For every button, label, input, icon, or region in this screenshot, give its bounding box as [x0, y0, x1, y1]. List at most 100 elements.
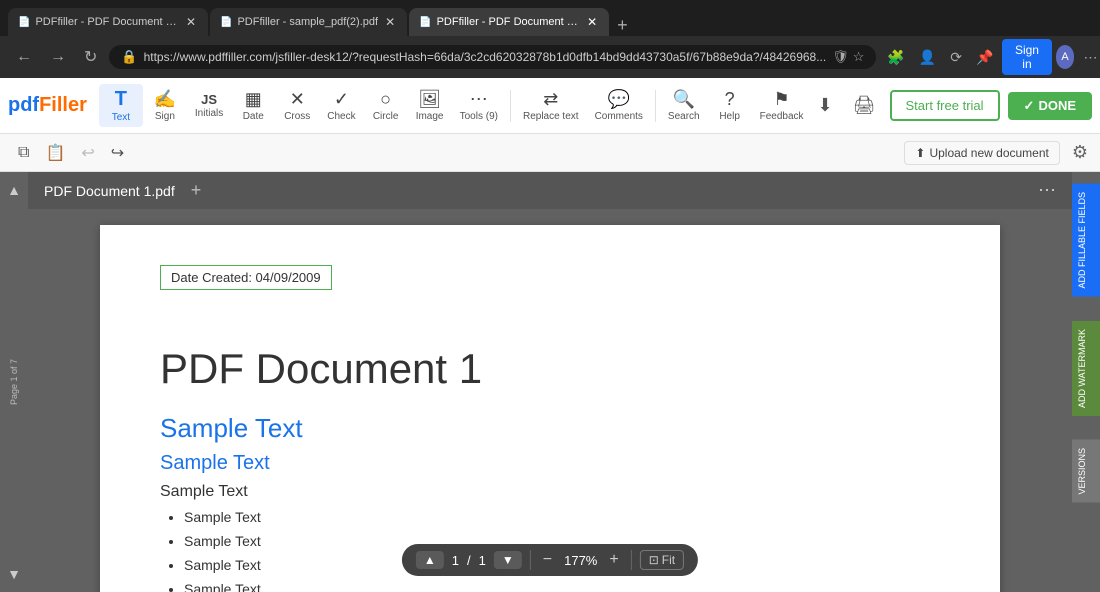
zoom-out-button[interactable]: − [539, 551, 556, 569]
tab-bar: 📄 PDFfiller - PDF Document 1.pdf ✕ 📄 PDF… [0, 0, 1100, 36]
comments-label: Comments [595, 111, 643, 122]
tab-favicon-3: 📄 [419, 17, 431, 28]
redo-button[interactable]: ↪ [105, 139, 130, 167]
circle-label: Circle [373, 111, 399, 122]
profile-button[interactable]: 👤 [914, 45, 941, 70]
copy-button[interactable]: ⧉ [12, 140, 35, 166]
date-field[interactable]: Date Created: 04/09/2009 [160, 265, 332, 290]
current-page-input[interactable]: 1 [452, 553, 459, 568]
sync-button[interactable]: ⟳ [945, 45, 967, 70]
address-text: https://www.pdffiller.com/jsfiller-desk1… [144, 50, 827, 64]
tool-initials-button[interactable]: JS Initials [187, 88, 231, 123]
tab-close-3[interactable]: ✕ [585, 13, 599, 31]
pdf-page: Date Created: 04/09/2009 PDF Document 1 … [100, 225, 1000, 592]
upload-new-document-button[interactable]: ⬆ Upload new document [904, 141, 1059, 165]
done-label: DONE [1038, 98, 1076, 113]
zoom-separator [530, 550, 531, 570]
fillable-fields-tab[interactable]: ADD FILLABLE FIELDS [1072, 172, 1100, 309]
search-label: Search [668, 111, 700, 122]
star-icon[interactable]: ☆ [853, 49, 865, 65]
browser-tab-3[interactable]: 📄 PDFfiller - PDF Document 1(1).p... ✕ [409, 8, 609, 36]
tool-search-button[interactable]: 🔍 Search [660, 85, 708, 126]
sample-heading-2: Sample Text [160, 452, 940, 475]
page-prev-button[interactable]: ▲ [416, 551, 444, 569]
download-button[interactable]: ⬇ [812, 91, 839, 120]
browser-tab-2[interactable]: 📄 PDFfiller - sample_pdf(2).pdf ✕ [210, 8, 407, 36]
tool-tools-button[interactable]: ⋯ Tools (9) [452, 85, 506, 126]
sub-toolbar: ⧉ 📋 ↩ ↪ ⬆ Upload new document ⚙ [0, 134, 1100, 172]
sample-heading-1: Sample Text [160, 413, 940, 444]
address-icons: 🛡 ☆ [832, 49, 864, 65]
tool-cross-button[interactable]: ✕ Cross [275, 85, 319, 126]
doc-header-title: PDF Document 1.pdf [44, 183, 175, 199]
address-bar[interactable]: 🔒 https://www.pdffiller.com/jsfiller-des… [109, 45, 876, 69]
page-indicator: ▲ Page 1 of 7 ▼ [0, 172, 28, 592]
cross-label: Cross [284, 111, 310, 122]
add-document-button[interactable]: + [191, 180, 202, 201]
shield-icon: 🛡 [832, 49, 849, 65]
watermark-tab[interactable]: ADD WATERMARK [1072, 309, 1100, 428]
fit-icon: ⊡ [649, 553, 659, 567]
upload-icon: ⬆ [915, 146, 925, 160]
logo-pdf: pdf [8, 94, 39, 116]
tool-comments-button[interactable]: 💬 Comments [587, 85, 651, 126]
fit-label: Fit [662, 553, 675, 567]
print-button[interactable]: 🖨 [847, 91, 882, 120]
search-icon: 🔍 [673, 89, 695, 110]
menu-button[interactable]: ⋯ [1078, 45, 1100, 70]
sign-in-button[interactable]: Sign in [1002, 39, 1051, 75]
page-down-button[interactable]: ▼ [5, 564, 23, 584]
tool-sign-button[interactable]: ✍ Sign [143, 85, 187, 126]
upload-label: Upload new document [929, 146, 1048, 160]
fit-button[interactable]: ⊡ Fit [640, 550, 684, 570]
tab-title-3: PDFfiller - PDF Document 1(1).p... [437, 16, 580, 28]
page-up-button[interactable]: ▲ [5, 180, 23, 200]
more-options-button[interactable]: ⋯ [1038, 180, 1056, 201]
tool-replace-button[interactable]: ⇄ Replace text [515, 85, 587, 126]
start-free-trial-button[interactable]: Start free trial [890, 90, 1000, 121]
tool-image-button[interactable]: 🖼 Image [408, 85, 452, 126]
avatar[interactable]: A [1056, 45, 1075, 69]
versions-tab[interactable]: VERSIONS [1072, 428, 1100, 515]
tool-check-button[interactable]: ✓ Check [319, 85, 363, 126]
new-tab-button[interactable]: + [611, 15, 634, 36]
initials-icon: JS [201, 92, 217, 107]
back-button[interactable]: ← [10, 44, 38, 70]
help-icon: ? [725, 89, 735, 110]
tool-text-button[interactable]: T Text [99, 84, 143, 127]
pdf-container[interactable]: PDF Document 1.pdf + ⋯ Date Created: 04/… [28, 172, 1072, 592]
done-button[interactable]: ✓ DONE [1008, 92, 1092, 120]
tab-close-2[interactable]: ✕ [383, 13, 397, 31]
zoom-level: 177% [564, 553, 597, 568]
right-sidebar: ADD FILLABLE FIELDS ADD WATERMARK VERSIO… [1072, 172, 1100, 592]
replace-label: Replace text [523, 111, 579, 122]
doc-header: PDF Document 1.pdf + ⋯ [28, 172, 1072, 209]
tab-close-1[interactable]: ✕ [184, 13, 198, 31]
tool-date-button[interactable]: ▦ Date [231, 85, 275, 126]
sign-label: Sign [155, 111, 175, 122]
undo-button[interactable]: ↩ [75, 139, 100, 167]
tab-favicon-1: 📄 [18, 17, 30, 28]
sample-heading-3: Sample Text [160, 483, 940, 501]
page-info-label: Page 1 of 7 [9, 359, 19, 405]
zoom-in-button[interactable]: + [605, 551, 622, 569]
page-next-button[interactable]: ▼ [494, 551, 522, 569]
document-area: ▲ Page 1 of 7 ▼ PDF Document 1.pdf + ⋯ D… [0, 172, 1100, 592]
toolbar-right: ⬇ 🖨 Start free trial ✓ DONE [812, 90, 1092, 121]
extensions-button[interactable]: 🧩 [882, 45, 909, 70]
paste-button[interactable]: 📋 [39, 139, 71, 167]
list-item-1: Sample Text [184, 509, 940, 525]
tab-favicon-2: 📄 [220, 17, 232, 28]
nav-bar: ← → ↻ 🔒 https://www.pdffiller.com/jsfill… [0, 36, 1100, 78]
collections-button[interactable]: 📌 [971, 45, 998, 70]
tool-circle-button[interactable]: ○ Circle [364, 85, 408, 126]
forward-button[interactable]: → [44, 44, 72, 70]
tool-help-button[interactable]: ? Help [708, 85, 752, 126]
settings-button[interactable]: ⚙ [1072, 142, 1088, 163]
tool-feedback-button[interactable]: ⚑ Feedback [752, 85, 812, 126]
refresh-button[interactable]: ↻ [78, 43, 103, 71]
tab-title-1: PDFfiller - PDF Document 1.pdf [35, 16, 178, 28]
browser-tab-1[interactable]: 📄 PDFfiller - PDF Document 1.pdf ✕ [8, 8, 208, 36]
tools-icon: ⋯ [470, 89, 488, 110]
zoom-bar: ▲ 1 / 1 ▼ − 177% + ⊡ Fit [402, 544, 698, 576]
